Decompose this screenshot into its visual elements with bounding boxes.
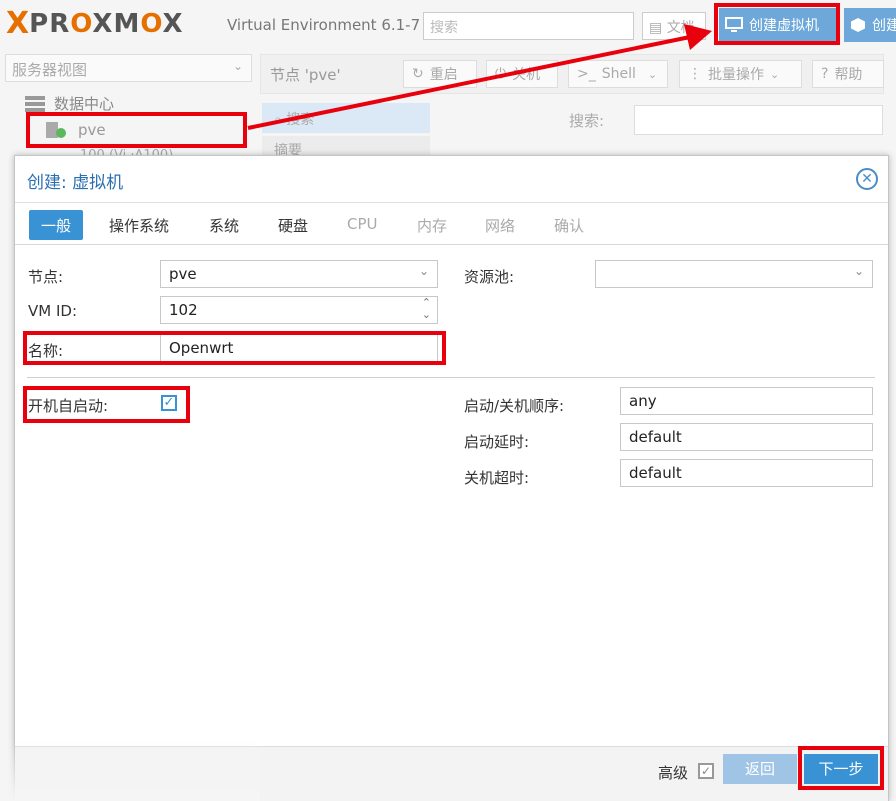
startup-delay-input[interactable]: default <box>620 423 873 451</box>
shutdown-timeout-label: 关机超时: <box>464 469 530 487</box>
close-icon[interactable]: ✕ <box>856 168 878 190</box>
create-vm-dialog: 创建: 虚拟机 ✕ 一般 操作系统 系统 硬盘 CPU 内存 网络 确认 节点:… <box>14 155 889 801</box>
boot-order-input[interactable]: any <box>620 387 873 415</box>
vmid-label: VM ID: <box>28 302 77 320</box>
pool-label: 资源池: <box>464 268 515 286</box>
advanced-checkbox[interactable]: ✓ <box>698 763 714 779</box>
node-select[interactable]: pve ⌄ <box>160 260 438 288</box>
divider <box>15 202 888 203</box>
annotation-box-onboot <box>23 386 190 423</box>
back-button[interactable]: 返回 <box>723 754 797 784</box>
divider <box>27 377 875 378</box>
tab-general[interactable]: 一般 <box>29 210 84 240</box>
startup-delay-label: 启动延时: <box>464 433 530 451</box>
node-label: 节点: <box>28 268 64 286</box>
boot-order-label: 启动/关机顺序: <box>464 397 565 415</box>
screenshot-root: X PROXMOX Virtual Environment 6.1-7 搜索 ▤… <box>0 0 896 801</box>
shutdown-timeout-input[interactable]: default <box>620 459 873 487</box>
tab-memory: 内存 <box>417 217 448 235</box>
advanced-label: 高级 <box>658 764 689 782</box>
tab-cpu: CPU <box>347 215 378 233</box>
spinner-arrows-icon[interactable]: ⌃ ⌄ <box>422 297 431 321</box>
tab-system[interactable]: 系统 <box>197 210 251 240</box>
tab-disk[interactable]: 硬盘 <box>266 210 320 240</box>
annotation-box-next <box>798 746 884 790</box>
dialog-title: 创建: 虚拟机 <box>27 173 124 193</box>
bottom-fade <box>0 740 260 801</box>
vmid-spinner[interactable]: 102 ⌃ ⌄ <box>160 296 438 324</box>
tab-network: 网络 <box>485 217 516 235</box>
pool-select[interactable]: ⌄ <box>595 260 873 288</box>
tab-os[interactable]: 操作系统 <box>97 210 181 240</box>
tab-confirm: 确认 <box>554 217 585 235</box>
chevron-down-icon: ⌄ <box>418 264 429 278</box>
chevron-down-icon: ⌄ <box>853 264 864 278</box>
annotation-box-name <box>23 331 446 365</box>
divider <box>15 244 888 245</box>
